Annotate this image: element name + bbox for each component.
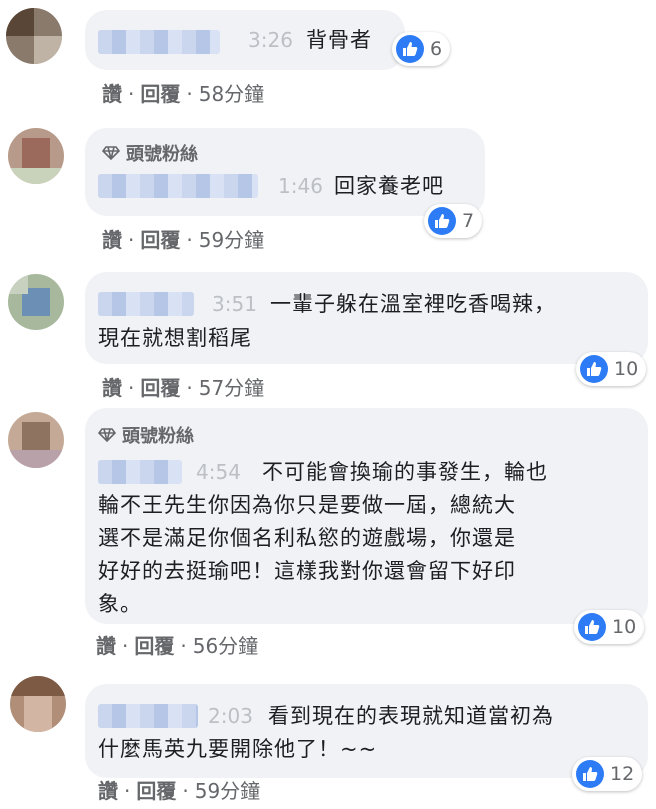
like-button[interactable]: 讚 xyxy=(102,376,122,400)
comment-actions: 讚 · 回覆 · 59分鐘 xyxy=(98,775,260,804)
comment-text: 回家養老吧 xyxy=(334,174,444,198)
avatar[interactable] xyxy=(8,274,64,330)
reaction-count[interactable]: 6 xyxy=(392,32,451,66)
comment-actions: 讚 · 回覆 · 57分鐘 xyxy=(102,372,264,401)
comment-age[interactable]: 57分鐘 xyxy=(199,376,264,400)
comment-time: 2:03 xyxy=(208,704,253,728)
diamond-icon xyxy=(101,144,121,165)
comment-age[interactable]: 58分鐘 xyxy=(199,82,264,106)
avatar[interactable] xyxy=(10,676,66,732)
separator: · xyxy=(128,228,135,252)
reply-button[interactable]: 回覆 xyxy=(140,82,180,106)
reaction-count[interactable]: 10 xyxy=(574,610,645,644)
badge-label: 頭號粉絲 xyxy=(126,144,198,165)
comment-text: 背骨者 xyxy=(306,28,372,52)
avatar[interactable] xyxy=(6,8,62,64)
comment-text: 選不是滿足你個名利私慾的遊戲場，你還是 xyxy=(98,526,516,550)
reaction-count[interactable]: 12 xyxy=(572,757,643,791)
comment-text: 輪不王先生你因為你只是要做一屆，總統大 xyxy=(98,493,516,517)
author-name[interactable] xyxy=(98,292,194,316)
like-count: 10 xyxy=(614,358,639,380)
author-name[interactable] xyxy=(98,460,182,484)
thumbs-up-icon xyxy=(578,613,606,641)
reply-button[interactable]: 回覆 xyxy=(134,634,174,658)
comment-text: 不可能會換瑜的事發生，輪也 xyxy=(262,460,548,484)
separator: · xyxy=(128,376,135,400)
thumbs-up-icon xyxy=(576,760,604,788)
comment-actions: 讚 · 回覆 · 59分鐘 xyxy=(102,224,264,253)
reply-button[interactable]: 回覆 xyxy=(136,779,176,803)
comment-actions: 讚 · 回覆 · 58分鐘 xyxy=(102,78,264,107)
like-count: 6 xyxy=(430,38,443,60)
top-fan-badge: 頭號粉絲 xyxy=(97,422,194,448)
like-button[interactable]: 讚 xyxy=(98,779,118,803)
separator: · xyxy=(182,779,189,803)
diamond-icon xyxy=(97,426,117,447)
like-count: 7 xyxy=(462,210,475,232)
comment-text: 現在就想割稻尾 xyxy=(98,326,252,350)
comment-actions: 讚 · 回覆 · 56分鐘 xyxy=(96,630,258,659)
like-button[interactable]: 讚 xyxy=(102,228,122,252)
comment-text: 象。 xyxy=(98,592,142,616)
badge-label: 頭號粉絲 xyxy=(122,426,194,447)
separator: · xyxy=(122,634,129,658)
like-button[interactable]: 讚 xyxy=(102,82,122,106)
like-count: 12 xyxy=(610,763,635,785)
separator: · xyxy=(186,228,193,252)
comment-text: 一輩子躲在溫室裡吃香喝辣， xyxy=(270,292,556,316)
separator: · xyxy=(180,634,187,658)
comment-time: 4:54 xyxy=(196,460,241,484)
reply-button[interactable]: 回覆 xyxy=(140,228,180,252)
comment-age[interactable]: 59分鐘 xyxy=(199,228,264,252)
avatar[interactable] xyxy=(8,128,64,184)
comment-time: 1:46 xyxy=(278,174,323,198)
author-name[interactable] xyxy=(98,704,198,728)
top-fan-badge: 頭號粉絲 xyxy=(101,140,198,166)
author-name[interactable] xyxy=(98,174,258,198)
comment-age[interactable]: 56分鐘 xyxy=(193,634,258,658)
thumbs-up-icon xyxy=(580,355,608,383)
thumbs-up-icon xyxy=(428,207,456,235)
like-button[interactable]: 讚 xyxy=(96,634,116,658)
comment-time: 3:51 xyxy=(212,292,257,316)
comment-age[interactable]: 59分鐘 xyxy=(195,779,260,803)
reaction-count[interactable]: 10 xyxy=(576,352,647,386)
separator: · xyxy=(186,82,193,106)
thumbs-up-icon xyxy=(396,35,424,63)
separator: · xyxy=(128,82,135,106)
comment-text: 什麼馬英九要開除他了！~~ xyxy=(98,737,378,761)
reaction-count[interactable]: 7 xyxy=(424,204,483,238)
comment-text: 好好的去挺瑜吧！這樣我對你還會留下好印 xyxy=(98,559,516,583)
like-count: 10 xyxy=(612,616,637,638)
comment-text: 看到現在的表現就知道當初為 xyxy=(268,704,554,728)
reply-button[interactable]: 回覆 xyxy=(140,376,180,400)
separator: · xyxy=(186,376,193,400)
separator: · xyxy=(124,779,131,803)
avatar[interactable] xyxy=(8,412,64,468)
author-name[interactable] xyxy=(98,30,220,54)
comment-time: 3:26 xyxy=(248,28,293,52)
